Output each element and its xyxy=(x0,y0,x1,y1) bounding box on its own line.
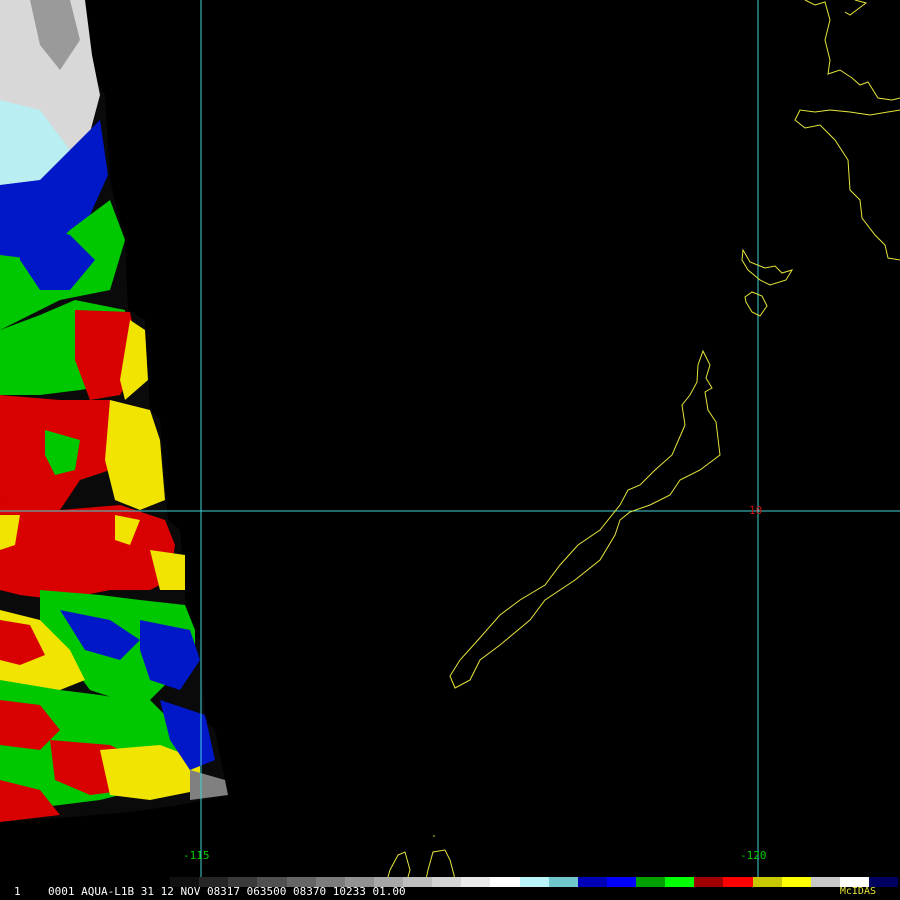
color-bar-segment xyxy=(752,877,782,887)
color-bar-segment xyxy=(519,877,549,887)
color-bar-segment xyxy=(490,877,520,887)
color-bar-segment xyxy=(723,877,753,887)
color-bar-segment xyxy=(781,877,811,887)
color-bar-segment xyxy=(839,877,869,887)
color-bar-segment xyxy=(432,877,462,887)
color-bar-segment xyxy=(286,877,316,887)
color-bar xyxy=(170,877,899,887)
color-bar-segment xyxy=(403,877,433,887)
coastline-dot xyxy=(433,835,435,837)
color-bar-segment xyxy=(257,877,287,887)
color-bar-segment xyxy=(170,877,200,887)
color-bar-segment xyxy=(636,877,666,887)
color-bar-segment xyxy=(461,877,491,887)
color-bar-segment xyxy=(228,877,258,887)
color-bar-segment xyxy=(344,877,374,887)
color-bar-segment xyxy=(548,877,578,887)
color-bar-segment xyxy=(315,877,345,887)
color-bar-segment xyxy=(694,877,724,887)
longitude-label: -120 xyxy=(740,849,767,862)
color-bar-segment xyxy=(373,877,403,887)
color-bar-segment xyxy=(606,877,636,887)
satellite-map: -115 -120 10 xyxy=(0,0,900,884)
longitude-label: -115 xyxy=(183,849,210,862)
color-bar-segment xyxy=(199,877,229,887)
color-bar-segment xyxy=(577,877,607,887)
latitude-label: 10 xyxy=(749,504,762,517)
frame-number: 1 xyxy=(14,885,21,898)
color-bar-segment xyxy=(665,877,695,887)
color-bar-segment xyxy=(810,877,840,887)
color-bar-segment xyxy=(869,877,899,887)
satellite-image-viewer: -115 -120 10 1 0001 AQUA-L1B 31 12 NOV 0… xyxy=(0,0,900,900)
